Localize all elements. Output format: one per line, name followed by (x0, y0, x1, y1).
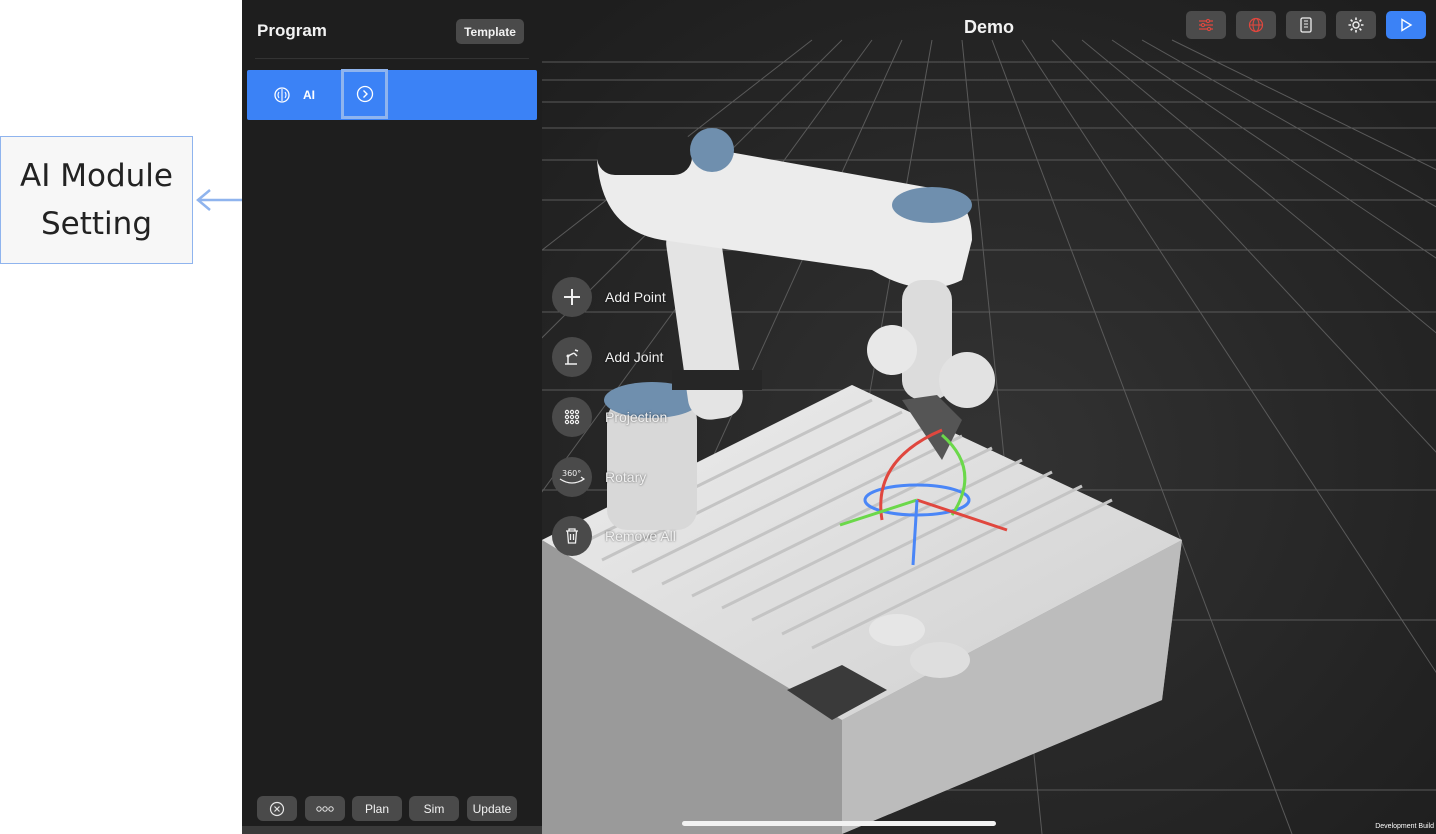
add-point-button[interactable]: Add Point (552, 277, 666, 317)
panel-bottom-bar: Plan Sim Update (242, 796, 542, 824)
play-icon (1401, 18, 1413, 32)
adjust-button[interactable] (1186, 11, 1226, 39)
plan-button[interactable]: Plan (352, 796, 402, 821)
settings-button[interactable] (1336, 11, 1376, 39)
projection-button[interactable]: Projection (552, 397, 667, 437)
document-icon (1300, 17, 1312, 33)
callout-line-2: Setting (41, 206, 152, 242)
ai-module-settings-button[interactable] (341, 69, 388, 119)
development-build-label: Development Build (1375, 823, 1434, 830)
grid-dots-icon (564, 409, 580, 425)
panel-divider (255, 58, 529, 59)
more-button[interactable] (305, 796, 345, 821)
more-dots-icon (316, 805, 334, 812)
rotary-label: Rotary (605, 469, 647, 485)
add-point-label: Add Point (605, 289, 666, 305)
callout-line-1: AI Module (20, 158, 173, 194)
plus-icon (564, 289, 580, 305)
remove-all-button[interactable]: Remove All (552, 516, 676, 556)
panel-title: Program (257, 21, 327, 40)
rotary-button[interactable]: 360° Rotary (552, 457, 646, 497)
update-button[interactable]: Update (467, 796, 517, 821)
sliders-icon (1199, 18, 1213, 32)
program-panel: Program Template AI Plan Sim Update (242, 0, 542, 834)
add-joint-button[interactable]: Add Joint (552, 337, 663, 377)
close-circle-icon (269, 801, 285, 816)
run-button[interactable] (1386, 11, 1426, 39)
projection-label: Projection (605, 409, 668, 425)
scene-viewport[interactable]: Demo Add Point Add Joint Projection 360°… (542, 0, 1436, 834)
gear-icon (1348, 17, 1364, 33)
svg-text:360°: 360° (562, 469, 581, 478)
template-button[interactable]: Template (456, 19, 524, 44)
chevron-right-circle-icon (356, 85, 373, 103)
program-item-label: AI (303, 88, 315, 102)
globe-icon (1248, 17, 1264, 33)
add-joint-label: Add Joint (605, 349, 664, 365)
trash-icon (566, 528, 578, 544)
close-button[interactable] (257, 796, 297, 821)
document-button[interactable] (1286, 11, 1326, 39)
ai-module-setting-callout: AI Module Setting (0, 136, 193, 264)
robot-scene (542, 0, 1436, 834)
robot-joint-icon (565, 349, 579, 365)
remove-all-label: Remove All (605, 528, 676, 544)
home-indicator[interactable] (682, 821, 996, 826)
program-item-ai[interactable]: AI (247, 69, 537, 120)
panel-footer-strip (242, 826, 542, 834)
rotate-360-icon: 360° (559, 469, 586, 484)
brain-icon (274, 87, 290, 103)
sim-button[interactable]: Sim (409, 796, 459, 821)
coordinate-frame-button[interactable] (1236, 11, 1276, 39)
